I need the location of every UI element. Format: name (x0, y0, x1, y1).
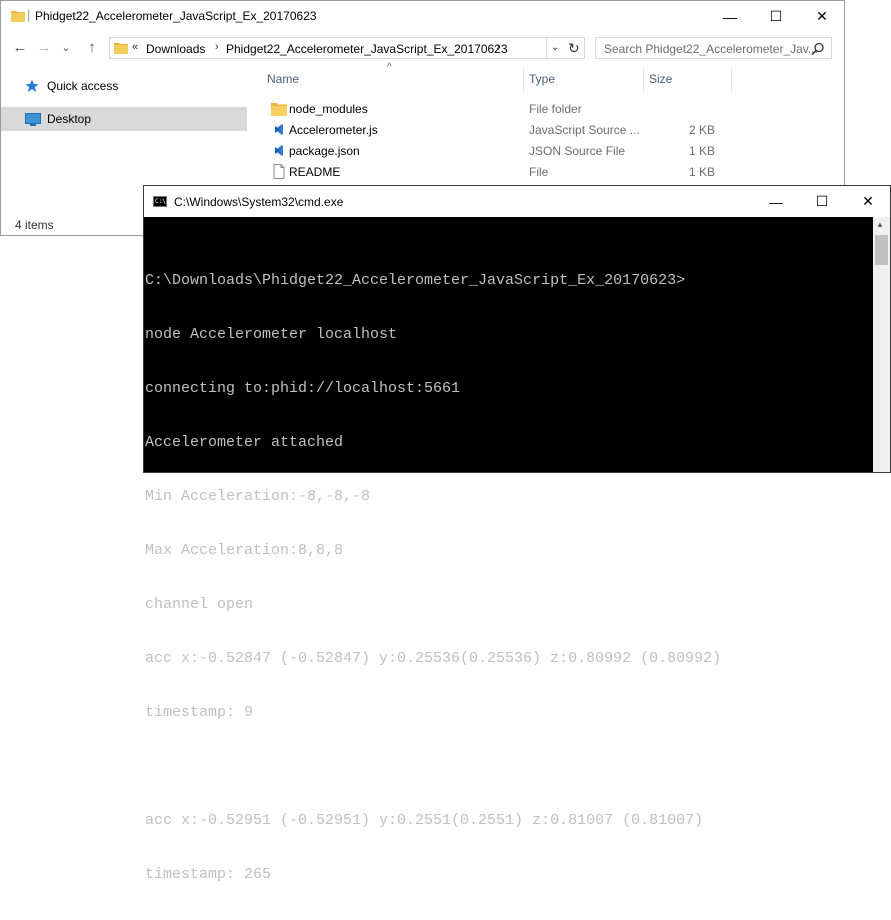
close-icon: ✕ (816, 8, 828, 24)
console-line: Min Acceleration:-8,-8,-8 (145, 488, 371, 505)
back-arrow-icon: ← (12, 39, 28, 56)
cmd-app-icon: C:\ (153, 196, 167, 207)
sidebar-item-label: Desktop (47, 112, 92, 126)
console-line: connecting to:phid://localhost:5661 (145, 380, 461, 397)
overflow-crumbs[interactable]: « (132, 41, 138, 53)
console-line: timestamp: 9 (145, 704, 254, 721)
file-name: Accelerometer.js (289, 123, 378, 137)
explorer-title: Phidget22_Accelerometer_JavaScript_Ex_20… (35, 9, 317, 23)
minimize-icon: — (769, 193, 783, 210)
column-divider[interactable] (731, 68, 732, 92)
file-type: File folder (529, 102, 582, 116)
column-divider[interactable] (523, 68, 524, 92)
back-button[interactable]: ← (9, 38, 31, 58)
sidebar-item-label: Quick access (47, 79, 119, 93)
file-type: File (529, 165, 549, 179)
file-name: node_modules (289, 102, 368, 116)
file-row-accelerometer-js[interactable]: Accelerometer.js JavaScript Source ... 2… (261, 119, 741, 140)
sidebar-item-desktop[interactable]: Desktop (1, 107, 247, 131)
column-header-name[interactable]: Name (267, 72, 299, 86)
file-type: JavaScript Source ... (529, 123, 640, 137)
forward-arrow-icon: → (36, 39, 52, 56)
breadcrumb-separator[interactable]: › (215, 41, 219, 53)
folder-icon (271, 103, 287, 116)
file-size: 1 KB (688, 165, 715, 179)
cmd-title-bar[interactable]: C:\ C:\Windows\System32\cmd.exe — ☐ ✕ (144, 186, 890, 217)
console-line: acc x:-0.52951 (-0.52951) y:0.2551(0.255… (145, 812, 704, 829)
minimize-button[interactable]: — (707, 1, 753, 32)
desktop-icon (25, 113, 41, 126)
vertical-scrollbar[interactable]: ▲ (873, 217, 890, 472)
console-line: node Accelerometer localhost (145, 326, 398, 343)
sort-ascending-icon: ^ (387, 62, 392, 73)
file-name: README (289, 165, 341, 179)
search-icon (811, 42, 824, 56)
folder-icon (11, 11, 25, 22)
vscode-file-icon (275, 145, 283, 156)
close-icon: ✕ (862, 193, 874, 209)
vscode-file-icon (275, 124, 283, 135)
maximize-button[interactable]: ☐ (753, 1, 799, 32)
close-button[interactable]: ✕ (845, 186, 891, 217)
maximize-icon: ☐ (769, 8, 783, 24)
scrollbar-thumb[interactable] (875, 235, 888, 265)
breadcrumb-current-folder[interactable]: Phidget22_Accelerometer_JavaScript_Ex_20… (226, 42, 508, 56)
up-button[interactable]: ↑ (81, 38, 103, 58)
file-size: 2 KB (688, 123, 715, 137)
console-line: timestamp: 265 (145, 866, 272, 883)
breadcrumb-separator[interactable]: › (496, 41, 500, 53)
refresh-icon[interactable]: ↻ (568, 40, 580, 57)
file-row-package-json[interactable]: package.json JSON Source File 1 KB (261, 140, 741, 161)
console-line: channel open (145, 596, 254, 613)
console-output[interactable]: C:\Downloads\Phidget22_Accelerometer_Jav… (144, 217, 873, 883)
navigation-bar: ← → ⌄ ↑ « Downloads › Phidget22_Accelero… (1, 32, 844, 66)
up-arrow-icon: ↑ (88, 39, 96, 56)
recent-locations-button[interactable]: ⌄ (55, 38, 77, 58)
scroll-up-icon[interactable]: ▲ (876, 220, 884, 229)
file-row-readme[interactable]: README File 1 KB (261, 161, 741, 182)
star-icon (25, 79, 39, 92)
command-prompt-window: C:\ C:\Windows\System32\cmd.exe — ☐ ✕ C:… (143, 185, 891, 883)
title-separator: | (27, 7, 31, 22)
console-line: C:\Downloads\Phidget22_Accelerometer_Jav… (145, 272, 686, 289)
cmd-title: C:\Windows\System32\cmd.exe (174, 195, 344, 209)
file-type: JSON Source File (529, 144, 626, 158)
file-name: package.json (289, 144, 360, 158)
file-size: 1 KB (688, 144, 715, 158)
maximize-icon: ☐ (815, 193, 829, 209)
forward-button[interactable]: → (33, 38, 55, 58)
close-button[interactable]: ✕ (799, 1, 845, 32)
column-divider[interactable] (643, 68, 644, 92)
console-line: Max Acceleration:8,8,8 (145, 542, 344, 559)
maximize-button[interactable]: ☐ (799, 186, 845, 217)
file-row-node-modules[interactable]: node_modules File folder (261, 98, 741, 119)
console-line: Accelerometer attached (145, 434, 344, 451)
folder-icon (114, 43, 128, 54)
column-header-type[interactable]: Type (529, 72, 555, 86)
explorer-title-bar[interactable]: | Phidget22_Accelerometer_JavaScript_Ex_… (1, 1, 844, 32)
blank-file-icon (273, 164, 285, 179)
minimize-icon: — (723, 8, 737, 25)
address-divider (546, 38, 547, 58)
column-header-size[interactable]: Size (649, 72, 672, 86)
address-dropdown-icon[interactable]: ⌄ (551, 42, 559, 53)
search-box[interactable]: Search Phidget22_Accelerometer_Jav... (595, 37, 832, 59)
search-placeholder: Search Phidget22_Accelerometer_Jav... (604, 42, 818, 56)
address-bar[interactable]: « Downloads › Phidget22_Accelerometer_Ja… (109, 37, 585, 59)
console-line: acc x:-0.52847 (-0.52847) y:0.25536(0.25… (145, 650, 722, 667)
status-item-count: 4 items (15, 218, 54, 232)
chevron-down-icon: ⌄ (61, 42, 71, 54)
minimize-button[interactable]: — (753, 186, 799, 217)
sidebar-item-quick-access[interactable]: Quick access (1, 74, 247, 98)
breadcrumb-downloads[interactable]: Downloads (146, 42, 205, 56)
